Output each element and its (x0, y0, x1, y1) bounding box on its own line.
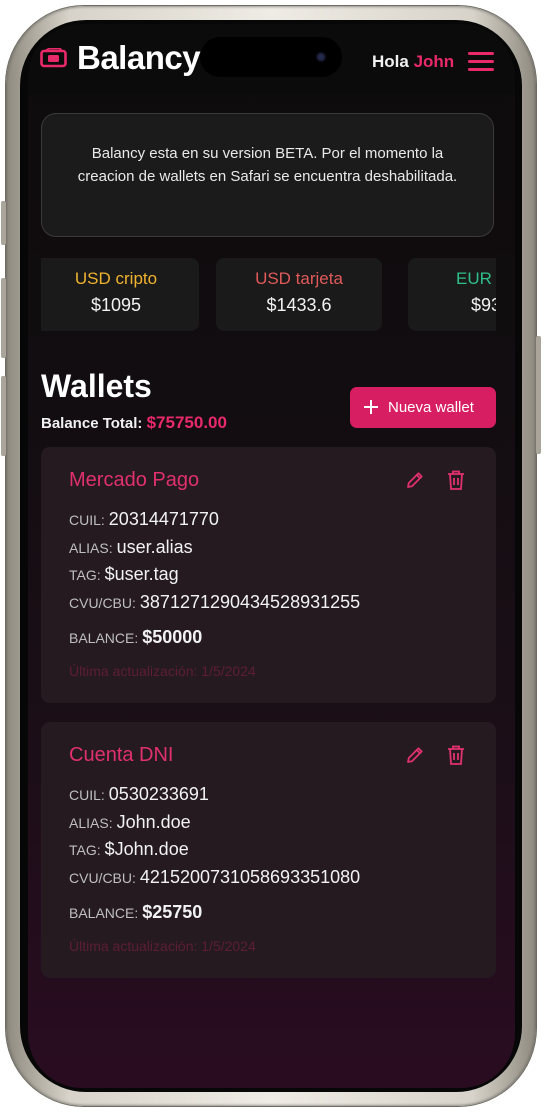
power-button (536, 336, 541, 454)
alias-label: ALIAS: (69, 815, 113, 831)
alias-label: ALIAS: (69, 540, 113, 556)
cvu-value: 3871271290434528931255 (139, 592, 361, 612)
cvu-label: CVU/CBU: (69, 595, 136, 611)
tag-label: TAG: (69, 842, 101, 858)
edit-icon[interactable] (405, 470, 425, 490)
wallet-card: Mercado Pago CUIL: 20314471770 ALIAS: user… (41, 447, 496, 703)
carousel-edge-right (496, 254, 515, 336)
user-greeting: Hola John (372, 52, 454, 72)
wallet-balance: BALANCE: $25750 (69, 902, 202, 923)
user-name: John (413, 52, 455, 71)
beta-notice: Balancy esta en su version BETA. Por el … (41, 113, 494, 237)
cuil-value: 0530233691 (108, 784, 209, 804)
cvu-label: CVU/CBU: (69, 870, 136, 886)
wallet-tag: TAG: $user.tag (69, 564, 179, 585)
wallet-icon (40, 48, 67, 68)
greeting-text: Hola (372, 52, 409, 71)
tag-value: $John.doe (104, 839, 189, 859)
wallet-alias: ALIAS: John.doe (69, 812, 191, 833)
wallet-alias: ALIAS: user.alias (69, 537, 193, 558)
app-brand[interactable]: Balancy (77, 39, 201, 77)
tag-label: TAG: (69, 567, 101, 583)
trash-icon[interactable] (447, 745, 465, 765)
menu-icon[interactable] (468, 52, 494, 71)
cuil-label: CUIL: (69, 512, 105, 528)
alias-value: user.alias (116, 537, 193, 557)
new-wallet-label: Nueva wallet (388, 399, 474, 416)
wallets-heading: Wallets (41, 368, 152, 404)
trash-icon[interactable] (447, 470, 465, 490)
alias-value: John.doe (116, 812, 191, 832)
currency-value: $1095 (90, 295, 142, 315)
wallet-cvu: CVU/CBU: 4215200731058693351080 (69, 867, 360, 888)
cvu-value: 4215200731058693351080 (139, 867, 361, 887)
currency-label: USD tarjeta (255, 269, 343, 288)
new-wallet-button[interactable]: Nueva wallet (350, 387, 496, 428)
wallet-cvu: CVU/CBU: 3871271290434528931255 (69, 592, 360, 613)
volume-down-button (1, 376, 6, 456)
cuil-value: 20314471770 (108, 509, 219, 529)
balance-total-label: Balance Total: (41, 415, 143, 432)
balance-label: BALANCE: (69, 905, 139, 921)
balance-label: BALANCE: (69, 630, 139, 646)
last-updated: Última actualización: 1/5/2024 (69, 938, 256, 954)
wallet-card: Cuenta DNI CUIL: 0530233691 ALIAS: John.do… (41, 722, 496, 978)
wallet-tag: TAG: $John.doe (69, 839, 189, 860)
plus-icon (364, 400, 378, 414)
volume-up-button (1, 278, 6, 358)
balance-value: $50000 (142, 627, 203, 647)
balance-value: $25750 (142, 902, 203, 922)
app-screen: Balancy Hola John Balancy esta en su ver… (28, 24, 515, 1088)
carousel-edge-left (28, 254, 41, 336)
currency-value: $1433.6 (266, 295, 332, 315)
currency-card-usd-tarjeta: USD tarjeta $1433.6 (216, 258, 382, 331)
edit-icon[interactable] (405, 745, 425, 765)
wallet-cuil: CUIL: 20314471770 (69, 509, 219, 530)
wallet-balance: BALANCE: $50000 (69, 627, 202, 648)
dynamic-island (200, 37, 342, 77)
last-updated: Última actualización: 1/5/2024 (69, 663, 256, 679)
cuil-label: CUIL: (69, 787, 105, 803)
currency-label: USD cripto (74, 269, 158, 288)
balance-total: Balance Total: $75750.00 (41, 413, 227, 433)
balance-total-value: $75750.00 (146, 413, 227, 432)
wallet-name: Mercado Pago (69, 469, 200, 491)
action-button (1, 201, 6, 245)
top-navbar: Balancy Hola John (28, 24, 515, 94)
wallet-cuil: CUIL: 0530233691 (69, 784, 209, 805)
camera-lens (316, 52, 326, 62)
tag-value: $user.tag (104, 564, 179, 584)
currency-card-usd-cripto: USD cripto $1095 (33, 258, 199, 331)
beta-notice-text: Balancy esta en su version BETA. Por el … (77, 145, 458, 185)
wallet-name: Cuenta DNI (69, 744, 174, 766)
